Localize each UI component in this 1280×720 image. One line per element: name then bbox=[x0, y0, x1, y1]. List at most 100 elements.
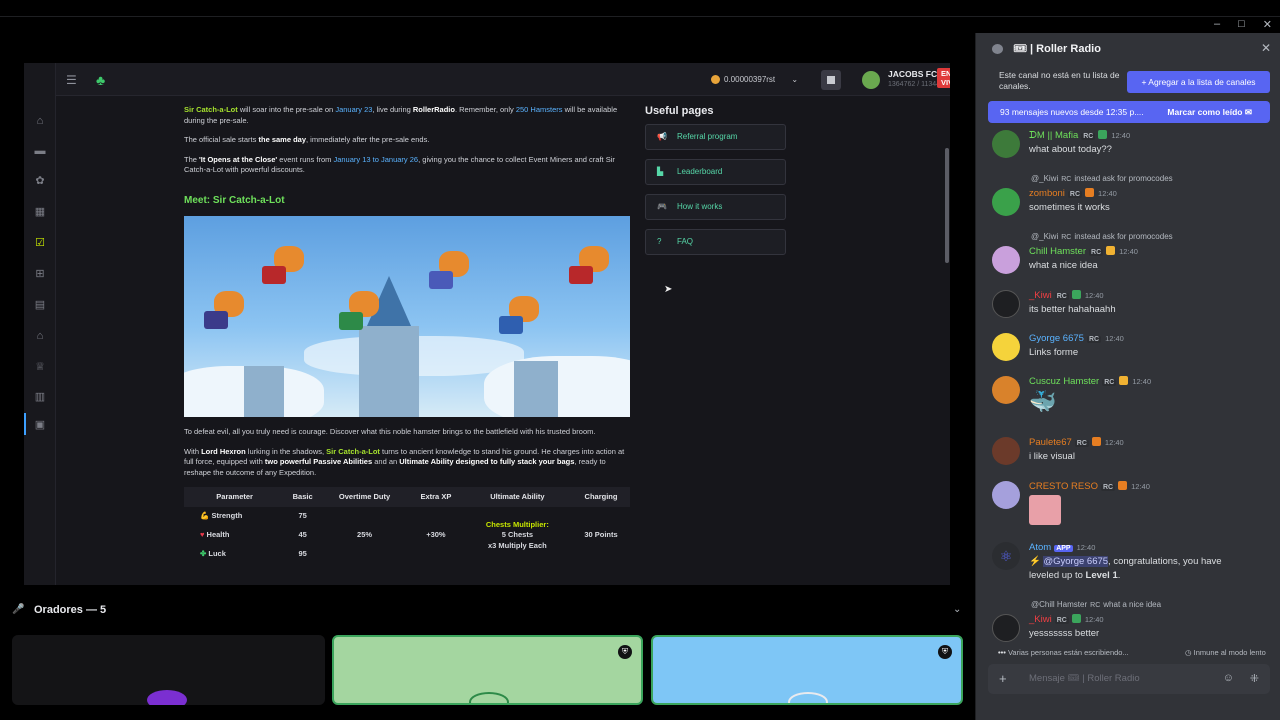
author-name: Cuscuz Hamster bbox=[1029, 376, 1100, 387]
avatar[interactable] bbox=[992, 246, 1020, 274]
message-author[interactable]: zomboni RC 12:40 bbox=[1029, 188, 1117, 199]
speaker-avatar bbox=[469, 692, 509, 703]
trophy-icon[interactable]: ♕ bbox=[33, 361, 47, 373]
car-icon[interactable]: ▬ bbox=[33, 145, 47, 157]
reply-preview[interactable]: @Chill Hamster RC what a nice idea bbox=[1031, 600, 1161, 609]
avatar[interactable] bbox=[992, 437, 1020, 465]
avatar[interactable] bbox=[992, 333, 1020, 361]
castle-tower bbox=[514, 361, 558, 417]
close-icon[interactable]: ✕ bbox=[1261, 41, 1271, 55]
shield-badge-icon bbox=[1098, 130, 1108, 139]
timestamp: 12:40 bbox=[1076, 543, 1096, 552]
server-tag: RC bbox=[1054, 293, 1069, 300]
message-author[interactable]: CRESTO RESO RC 12:40 bbox=[1029, 481, 1150, 492]
wallet-button[interactable] bbox=[821, 70, 841, 90]
speaker-tile[interactable] bbox=[12, 635, 325, 705]
balance-display[interactable]: 0.00000397rst ⌄ bbox=[711, 69, 811, 91]
reply-preview[interactable]: @_Kiwi RC instead ask for promocodes bbox=[1031, 232, 1173, 241]
message-text: leveled up to Level 1. bbox=[1029, 569, 1120, 582]
referral-program-link[interactable]: 📢 Referral program bbox=[645, 124, 786, 150]
timestamp: 12:40 bbox=[1105, 334, 1124, 343]
moderator-shield-icon: ⛨ bbox=[938, 645, 952, 659]
leaderboard-link[interactable]: ▙ Leaderboard bbox=[645, 159, 786, 185]
bank-icon[interactable]: ⌂ bbox=[33, 330, 47, 342]
home-icon[interactable]: ⌂ bbox=[33, 115, 47, 127]
avatar[interactable] bbox=[992, 614, 1020, 642]
reply-author: @Chill Hamster bbox=[1031, 600, 1088, 609]
col-basic: Basic bbox=[285, 487, 321, 507]
message-author[interactable]: Paulete67 RC 12:40 bbox=[1029, 437, 1124, 448]
hamster-badge-icon bbox=[1118, 481, 1128, 490]
author-name: Atom bbox=[1029, 542, 1052, 553]
avatar[interactable] bbox=[992, 188, 1020, 216]
coin-icon bbox=[711, 75, 720, 85]
timestamp: 12:40 bbox=[1132, 377, 1152, 386]
collapse-chevron-icon[interactable]: ⌄ bbox=[953, 604, 961, 615]
shop-icon[interactable]: ▤ bbox=[33, 299, 47, 311]
hero-illustration bbox=[184, 216, 630, 417]
attach-plus-icon[interactable]: + bbox=[999, 671, 1007, 686]
level-value: Level 1 bbox=[1085, 570, 1118, 581]
avatar[interactable] bbox=[992, 290, 1020, 318]
cloak-sprite bbox=[569, 266, 593, 284]
useful-pages-title: Useful pages bbox=[645, 105, 714, 117]
meet-heading: Meet: Sir Catch-a-Lot bbox=[184, 194, 285, 206]
news-icon[interactable]: ▣ bbox=[33, 419, 47, 431]
stream-scrollbar[interactable] bbox=[945, 148, 949, 263]
close-window-button[interactable]: ✕ bbox=[1263, 18, 1272, 31]
logo-icon[interactable]: ♣ bbox=[96, 72, 114, 88]
courage-paragraph: To defeat evil, all you truly need is co… bbox=[184, 427, 596, 436]
maximize-button[interactable]: □ bbox=[1238, 18, 1245, 31]
message-author[interactable]: Chill Hamster RC 12:40 bbox=[1029, 246, 1138, 257]
message-author[interactable]: Atom APP 12:40 bbox=[1029, 542, 1095, 553]
reply-preview[interactable]: @_Kiwi RC instead ask for promocodes bbox=[1031, 174, 1173, 183]
user-avatar[interactable] bbox=[862, 71, 880, 89]
message-author[interactable]: _Kiwi RC 12:40 bbox=[1029, 614, 1104, 625]
atom-bot-avatar[interactable]: ⚛ bbox=[992, 542, 1020, 570]
cart-icon[interactable]: ⊞ bbox=[33, 268, 47, 280]
message-author[interactable]: Gyorge 6675 RC 12:40 bbox=[1029, 333, 1124, 344]
faq-link[interactable]: ? FAQ bbox=[645, 229, 786, 255]
mark-read-button[interactable]: Marcar como leído ✉ bbox=[1167, 101, 1252, 123]
timestamp: 12:40 bbox=[1104, 438, 1124, 447]
calendar-icon[interactable]: ▦ bbox=[33, 206, 47, 218]
minimize-button[interactable]: – bbox=[1214, 18, 1220, 31]
new-messages-bar[interactable]: 93 mensajes nuevos desde 12:35 p.... Mar… bbox=[988, 101, 1270, 123]
speaker-tile[interactable]: ⛨ bbox=[332, 635, 643, 705]
channel-notice: Este canal no está en tu lista de canale… bbox=[999, 70, 1120, 91]
server-tag: RC bbox=[1061, 176, 1072, 183]
stats-icon[interactable]: ▥ bbox=[33, 391, 47, 403]
param-label: Luck bbox=[208, 549, 226, 559]
author-name: ᗪM || Mafia bbox=[1029, 130, 1079, 141]
avatar[interactable] bbox=[992, 481, 1020, 509]
mark-read-icon: ✉ bbox=[1244, 107, 1252, 117]
avatar[interactable] bbox=[992, 376, 1020, 404]
add-channel-button[interactable]: + Agregar a la lista de canales bbox=[1127, 71, 1270, 93]
how-it-works-link[interactable]: 🎮 How it works bbox=[645, 194, 786, 220]
tasks-icon[interactable]: ☑ bbox=[33, 237, 47, 249]
message-author[interactable]: ᗪM || Mafia RC 12:40 bbox=[1029, 130, 1130, 141]
param-label: Health bbox=[206, 530, 230, 540]
rollerradio-highlight: RollerRadio bbox=[412, 105, 455, 114]
mention[interactable]: @Gyorge 6675 bbox=[1043, 556, 1109, 567]
reply-text: instead ask for promocodes bbox=[1074, 174, 1173, 183]
message-author[interactable]: Cuscuz Hamster RC 12:40 bbox=[1029, 376, 1151, 387]
sticker-image[interactable] bbox=[1029, 495, 1061, 525]
basic-cell: 45 bbox=[298, 530, 307, 540]
sticker-icon[interactable]: ☺ bbox=[1223, 672, 1234, 684]
message-input[interactable]: Mensaje 🎟 | Roller Radio bbox=[1029, 673, 1140, 684]
speaker-tile[interactable]: ⛨ bbox=[651, 635, 963, 705]
text-fragment: and an bbox=[372, 457, 400, 466]
menu-icon[interactable]: ☰ bbox=[66, 73, 77, 87]
author-name: _Kiwi bbox=[1029, 614, 1052, 625]
message-input-bar[interactable]: + Mensaje 🎟 | Roller Radio ☺ ⁜ bbox=[988, 664, 1270, 694]
apps-icon[interactable]: ⁜ bbox=[1250, 672, 1259, 685]
avatar[interactable] bbox=[992, 130, 1020, 158]
message-author[interactable]: _Kiwi RC 12:40 bbox=[1029, 290, 1104, 301]
text-fragment: , congratulations, you have bbox=[1108, 556, 1222, 567]
text-fragment: leveled up to bbox=[1029, 570, 1086, 581]
server-tag: RC bbox=[1067, 191, 1083, 198]
timestamp: 12:40 bbox=[1111, 131, 1131, 140]
col-overtime: Overtime Duty bbox=[320, 487, 410, 507]
rewards-icon[interactable]: ✿ bbox=[33, 175, 47, 187]
